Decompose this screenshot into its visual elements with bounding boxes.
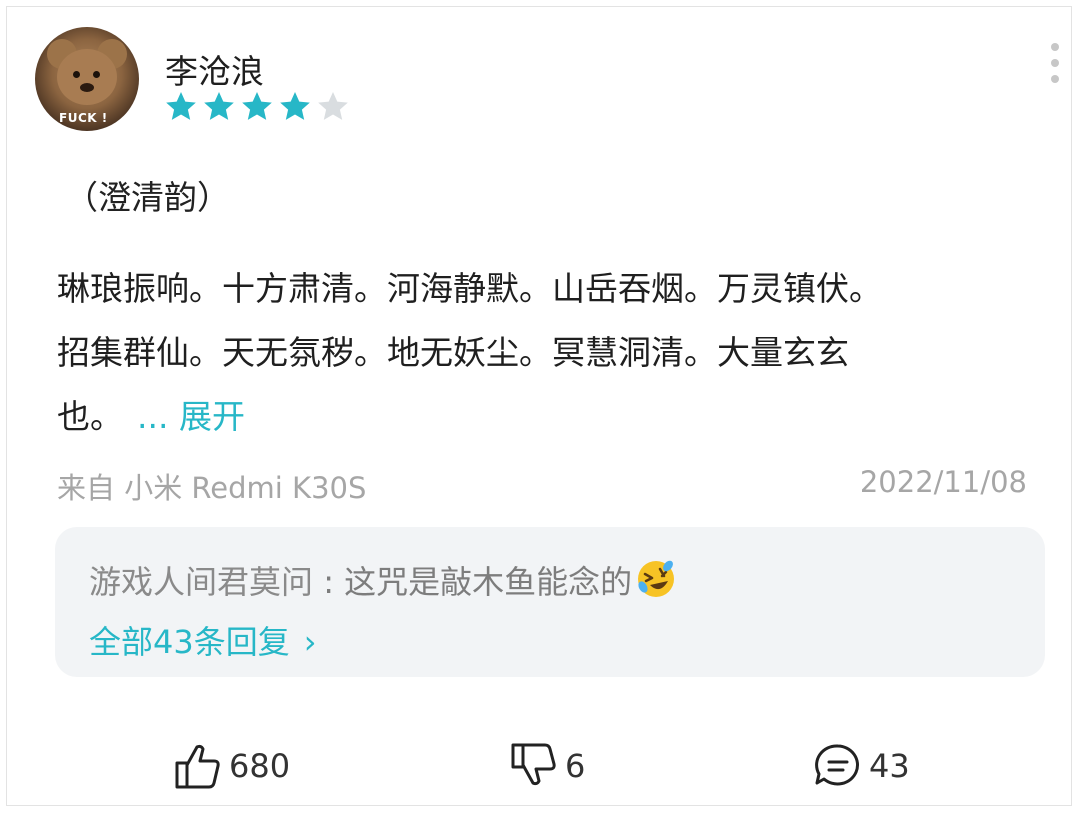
like-button[interactable]: 680: [173, 741, 290, 791]
reply-line: 游戏人间君莫问 : 这咒是敲木鱼能念的: [89, 557, 676, 603]
username[interactable]: 李沧浪: [165, 45, 264, 93]
avatar[interactable]: FUCK !: [35, 27, 139, 131]
thumbs-down-icon: [511, 743, 556, 786]
post-line: 招集群仙。天无氛秽。地无妖尘。冥慧洞清。大量玄玄: [57, 333, 849, 372]
device-source: 来自 小米 Redmi K30S: [57, 471, 367, 505]
avatar-caption: FUCK !: [59, 111, 108, 125]
star-icon: [318, 92, 348, 120]
expand-link[interactable]: ... 展开: [137, 397, 245, 436]
thumbs-up-icon: [175, 744, 220, 789]
comment-button[interactable]: 43: [813, 741, 910, 791]
comment-bubble-icon: [815, 744, 859, 786]
reply-author[interactable]: 游戏人间君莫问: [89, 563, 313, 601]
rolling-on-floor-laughing-emoji: [638, 560, 675, 597]
all-replies-label: 全部43条回复: [89, 623, 290, 661]
chevron-right-icon: ›: [303, 623, 317, 661]
comment-card: FUCK ! 李沧浪 （澄清韵） 琳琅振响。十方肃清。河海静默。山岳吞烟。万灵镇…: [6, 6, 1072, 806]
post-line: 也。: [57, 397, 123, 436]
dislike-count: 6: [565, 747, 586, 785]
post-title: （澄清韵）: [65, 178, 230, 217]
post-date: 2022/11/08: [859, 465, 1027, 499]
post-line-last: 也。 ... 展开: [57, 385, 1037, 449]
star-icon: [204, 92, 234, 120]
more-options-icon[interactable]: [1051, 43, 1059, 91]
post-line: 琳琅振响。十方肃清。河海静默。山岳吞烟。万灵镇伏。: [57, 269, 882, 308]
post-body: 琳琅振响。十方肃清。河海静默。山岳吞烟。万灵镇伏。 招集群仙。天无氛秽。地无妖尘…: [57, 257, 1037, 449]
star-icon: [280, 92, 310, 120]
comment-count: 43: [869, 747, 910, 785]
reply-text: 这咒是敲木鱼能念的: [344, 563, 633, 601]
reply-separator: :: [313, 563, 345, 601]
star-icon: [242, 92, 272, 120]
rating-stars: [165, 91, 349, 121]
all-replies-link[interactable]: 全部43条回复 ›: [89, 617, 317, 663]
bear-face: [57, 49, 117, 105]
bear-nose: [80, 83, 94, 92]
star-icon: [166, 92, 196, 120]
bear-eye-left: [73, 71, 80, 78]
dislike-button[interactable]: 6: [509, 741, 585, 791]
bear-eye-right: [93, 71, 100, 78]
like-count: 680: [229, 747, 291, 785]
reply-preview[interactable]: 游戏人间君莫问 : 这咒是敲木鱼能念的 全部43条回复 ›: [55, 527, 1045, 677]
